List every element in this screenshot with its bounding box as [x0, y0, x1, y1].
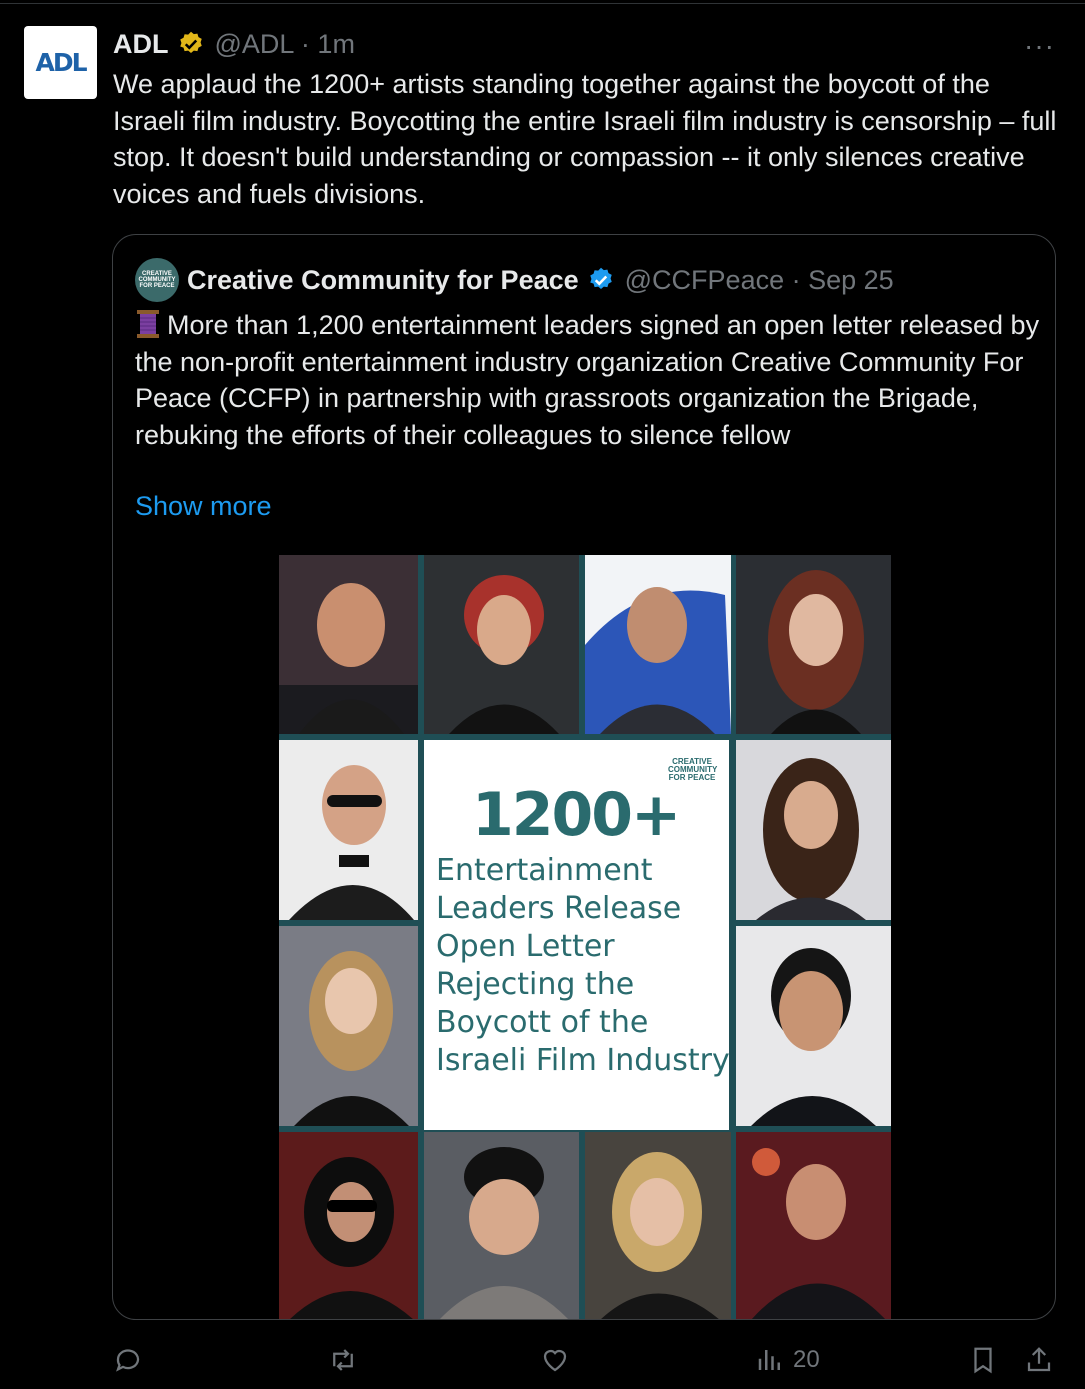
portrait-photo: [279, 1132, 418, 1319]
share-icon: [1027, 1347, 1051, 1372]
thread-spool-icon: [137, 310, 159, 338]
ccfp-card-logo: CREATIVE COMMUNITY FOR PEACE: [668, 757, 718, 782]
reply-icon: [116, 1349, 140, 1372]
quoted-handle-time[interactable]: @CCFPeace · Sep 25: [625, 265, 894, 296]
top-divider: [0, 3, 1085, 4]
headline-number: 1200+: [472, 780, 681, 850]
portrait-photo: [736, 555, 891, 734]
author-handle-time[interactable]: @ADL · 1m: [215, 29, 355, 60]
like-icon: [543, 1349, 567, 1372]
tweet-header: ADL @ADL · 1m: [113, 28, 355, 60]
views-icon: [758, 1350, 780, 1370]
ccfp-avatar-text: CREATIVE COMMUNITY FOR PEACE: [138, 271, 176, 289]
share-button[interactable]: [1024, 1340, 1054, 1380]
portrait-photo: [424, 555, 579, 734]
repost-button[interactable]: [328, 1340, 358, 1380]
more-options-icon[interactable]: ···: [1024, 30, 1056, 61]
quoted-author-name[interactable]: Creative Community for Peace: [187, 265, 579, 296]
portrait-photo: [424, 1132, 579, 1319]
bookmark-icon: [974, 1347, 992, 1374]
portrait-photo: [279, 926, 418, 1126]
repost-icon: [333, 1349, 353, 1371]
headline-card: 1200+ CREATIVE COMMUNITY FOR PEACE Enter…: [424, 740, 730, 1130]
reply-button[interactable]: [113, 1340, 143, 1380]
ccfp-avatar[interactable]: CREATIVE COMMUNITY FOR PEACE: [135, 258, 179, 302]
views-count: 20: [793, 1346, 820, 1373]
portrait-photo: [736, 740, 891, 920]
quoted-tweet-header: CREATIVE COMMUNITY FOR PEACE Creative Co…: [135, 258, 894, 302]
quoted-tweet-body: More than 1,200 entertainment leaders si…: [135, 310, 1040, 450]
show-more-link[interactable]: Show more: [135, 491, 272, 522]
quoted-tweet-text: More than 1,200 entertainment leaders si…: [135, 307, 1040, 453]
verified-blue-badge-icon: [589, 267, 612, 289]
author-avatar[interactable]: ADL: [24, 26, 97, 99]
views-button[interactable]: 20: [755, 1340, 820, 1380]
quoted-tweet[interactable]: CREATIVE COMMUNITY FOR PEACE Creative Co…: [112, 234, 1056, 1320]
adl-logo: ADL: [35, 48, 87, 77]
portrait-photo: [585, 555, 731, 734]
like-button[interactable]: [540, 1340, 570, 1380]
portrait-photo: [736, 1132, 891, 1319]
collage-image[interactable]: 1200+ CREATIVE COMMUNITY FOR PEACE Enter…: [279, 555, 891, 1319]
author-name[interactable]: ADL: [113, 29, 169, 60]
tweet-text: We applaud the 1200+ artists standing to…: [113, 69, 1057, 209]
headline-text: Entertainment Leaders Release Open Lette…: [436, 853, 730, 1078]
portrait-photo: [279, 740, 418, 920]
action-bar: 20: [0, 1340, 1085, 1384]
verified-gold-badge-icon: [179, 31, 202, 53]
bookmark-button[interactable]: [968, 1340, 998, 1380]
portrait-photo: [736, 926, 891, 1126]
portrait-photo: [279, 555, 418, 734]
portrait-photo: [585, 1132, 731, 1319]
